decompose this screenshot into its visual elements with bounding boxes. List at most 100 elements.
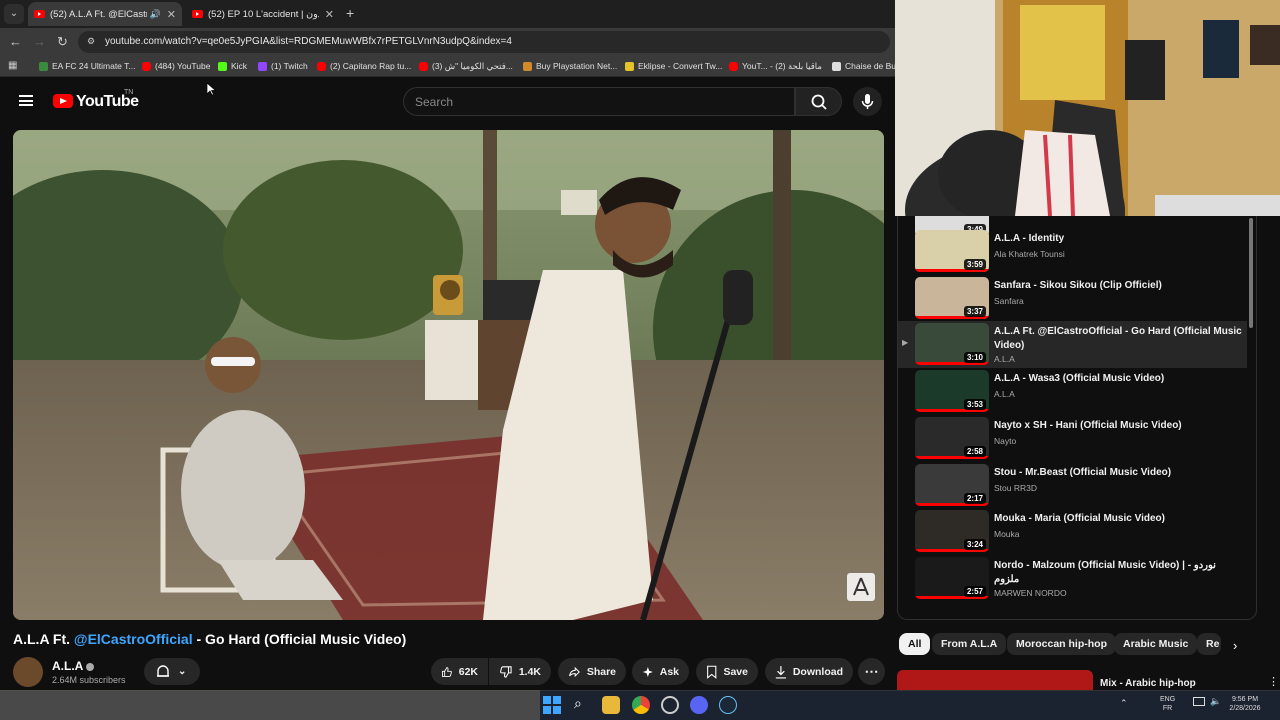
more-actions-icon[interactable]: ⋯ — [858, 658, 885, 685]
playlist-item[interactable]: 3:24 Mouka - Maria (Official Music Video)… — [898, 508, 1247, 555]
app-icon[interactable] — [661, 696, 679, 714]
download-button[interactable]: Download — [765, 658, 853, 685]
channel-name[interactable]: A.L.A — [52, 659, 95, 673]
channel-mention-link[interactable]: @ElCastroOfficial — [74, 631, 193, 647]
video-player[interactable] — [13, 130, 884, 620]
playlist-item-channel: Nayto — [994, 435, 1017, 446]
bookmark-item[interactable]: YouT... - (2) ماقيا بلحة — [729, 61, 822, 72]
mix-title[interactable]: Mix - Arabic hip-hop — [1100, 678, 1196, 689]
tab-inactive[interactable]: (52) EP 10 L'accident | أكسيدون ✕ — [186, 2, 340, 26]
search-button[interactable] — [795, 87, 842, 116]
tab-search-chevron-icon[interactable]: ⌄ — [4, 4, 24, 24]
bookmark-item[interactable]: Kick — [218, 61, 247, 71]
tab-active[interactable]: (52) A.L.A Ft. @ElCastroOffi 🔊 ✕ — [28, 2, 182, 26]
share-label: Share — [586, 665, 616, 678]
back-arrow-icon[interactable]: ← — [9, 34, 22, 49]
duration-badge: 2:58 — [963, 445, 986, 457]
tray-chevron-up-icon[interactable]: ⌃ — [1120, 698, 1128, 709]
eklipse-icon — [625, 61, 634, 71]
playlist-item[interactable]: ▶ 3:10 A.L.A Ft. @ElCastroOfficial - Go Ha… — [898, 321, 1247, 369]
channel-name-text: A.L.A — [52, 659, 83, 673]
channel-watermark-icon[interactable] — [847, 573, 875, 601]
language-indicator[interactable]: ENG FR — [1160, 695, 1175, 713]
twitch-icon — [258, 61, 267, 71]
youtube-favicon-icon — [192, 10, 203, 18]
bookmark-label: YouT... - (2) ماقيا بلحة — [742, 61, 822, 71]
dislike-button[interactable]: 1.4K — [489, 658, 551, 685]
playlist-item[interactable]: 3:37 Sanfara - Sikou Sikou (Clip Officiel… — [898, 275, 1247, 322]
speaker-icon: 🔊 — [149, 8, 161, 19]
taskbar-search-icon[interactable]: ⌕ — [574, 695, 582, 712]
thumbs-down-icon — [500, 665, 512, 678]
voice-search-button[interactable] — [853, 87, 882, 116]
chip-all[interactable]: All — [899, 633, 931, 655]
site-info-icon[interactable]: ⚙ — [87, 36, 95, 47]
keyboard-layout: FR — [1162, 705, 1173, 712]
volume-icon[interactable]: 🔈 — [1210, 696, 1221, 707]
playlist-item[interactable]: 3:53 A.L.A - Wasa3 (Official Music Video)… — [898, 368, 1247, 415]
clock[interactable]: 9:56 PM 2/28/2026 — [1225, 695, 1265, 713]
notification-bell-button[interactable]: ⌄ — [144, 658, 200, 685]
tab-title: (52) A.L.A Ft. @ElCastroOffi — [50, 8, 147, 20]
video-title: A.L.A Ft. @ElCastroOfficial - Go Hard (O… — [13, 631, 406, 647]
video-thumbnail: 3:10 — [915, 323, 989, 366]
search-input[interactable]: Search — [403, 87, 795, 116]
file-explorer-icon[interactable] — [602, 696, 620, 714]
video-thumbnail: 3:37 — [915, 276, 989, 319]
watermark-logo — [853, 577, 869, 596]
bookmark-icon — [707, 665, 717, 679]
playlist-scrollbar[interactable] — [1249, 218, 1253, 328]
playlist-panel[interactable]: 3:49 3:59A.L.A - IdentityAla Khatrek Tou… — [897, 216, 1257, 620]
playlist-item[interactable]: 2:17 Stou - Mr.Beast (Official Music Vide… — [898, 462, 1247, 509]
discord-icon[interactable] — [690, 696, 708, 714]
bookmark-item[interactable]: Eklipse - Convert Tw... — [625, 61, 722, 71]
menu-hamburger-icon[interactable] — [19, 95, 33, 106]
dislike-count: 1.4K — [518, 665, 541, 678]
chrome-icon[interactable] — [632, 696, 650, 714]
region-code: TN — [124, 89, 134, 96]
youtube-logo-icon[interactable] — [53, 94, 73, 108]
date-text: 2/28/2026 — [1229, 705, 1261, 712]
bookmark-item[interactable]: Chaise de Bur — [832, 61, 899, 71]
new-tab-icon[interactable]: + — [346, 5, 354, 21]
share-button[interactable]: Share — [558, 658, 626, 685]
save-button[interactable]: Save — [696, 658, 758, 685]
webcam-overlay — [895, 0, 1280, 216]
playlist-item-channel: Stou RR3D — [994, 482, 1037, 493]
playlist-item-title: Nayto x SH - Hani (Official Music Video) — [994, 419, 1182, 431]
video-thumbnail: 3:59 — [915, 230, 989, 272]
lang-code: ENG — [1160, 696, 1176, 703]
bookmark-item[interactable]: (3) فتحي الكوميا "ش... — [419, 61, 513, 72]
bookmark-item[interactable]: (1) Twitch — [258, 61, 308, 71]
chevron-right-icon[interactable]: › — [1233, 638, 1237, 653]
more-vert-icon[interactable]: ⋮ — [1268, 675, 1279, 688]
ask-button[interactable]: Ask — [632, 658, 689, 685]
network-icon[interactable] — [1193, 697, 1205, 706]
desktop-backdrop — [0, 690, 540, 720]
video-thumbnail: 2:57 — [915, 556, 989, 599]
playlist-item[interactable]: 2:58 Nayto x SH - Hani (Official Music Vi… — [898, 415, 1247, 462]
forward-arrow-icon[interactable]: → — [33, 34, 46, 49]
mix-thumbnail[interactable] — [897, 670, 1093, 690]
windows-start-icon[interactable] — [543, 696, 561, 714]
bookmark-item[interactable]: Buy Playstation Net... — [523, 61, 617, 71]
bookmark-item[interactable]: (484) YouTube — [142, 61, 210, 71]
bookmark-item[interactable]: (2) Capitano Rap tu... — [317, 61, 411, 71]
chip-arabic-music[interactable]: Arabic Music — [1114, 633, 1198, 655]
playlist-item[interactable]: 3:59 A.L.A - Identity Ala Khatrek Tounsi — [898, 228, 1247, 275]
time-text: 9:56 PM — [1231, 696, 1259, 703]
channel-avatar[interactable] — [13, 657, 43, 687]
chip-moroccan-hip-hop[interactable]: Moroccan hip-hop — [1007, 633, 1116, 655]
tab-close-icon[interactable]: ✕ — [325, 8, 334, 21]
playlist-item-channel: Mouka — [994, 529, 1020, 540]
bookmark-item[interactable]: EA FC 24 Ultimate T... — [39, 61, 135, 71]
playlist-item[interactable]: 2:57 Nordo - Malzoum (Official Music Vide… — [898, 555, 1247, 602]
apps-grid-icon[interactable]: ▦ — [8, 60, 17, 71]
steam-icon[interactable] — [719, 696, 737, 714]
chip-from-ala[interactable]: From A.L.A — [932, 633, 1007, 655]
chip-partial[interactable]: Re — [1197, 633, 1221, 655]
tab-close-icon[interactable]: ✕ — [167, 8, 176, 21]
url-text[interactable]: youtube.com/watch?v=qe0e5JyPGIA&list=RDG… — [105, 36, 512, 47]
like-button[interactable]: 62K — [431, 658, 488, 685]
reload-icon[interactable]: ↻ — [57, 34, 68, 50]
